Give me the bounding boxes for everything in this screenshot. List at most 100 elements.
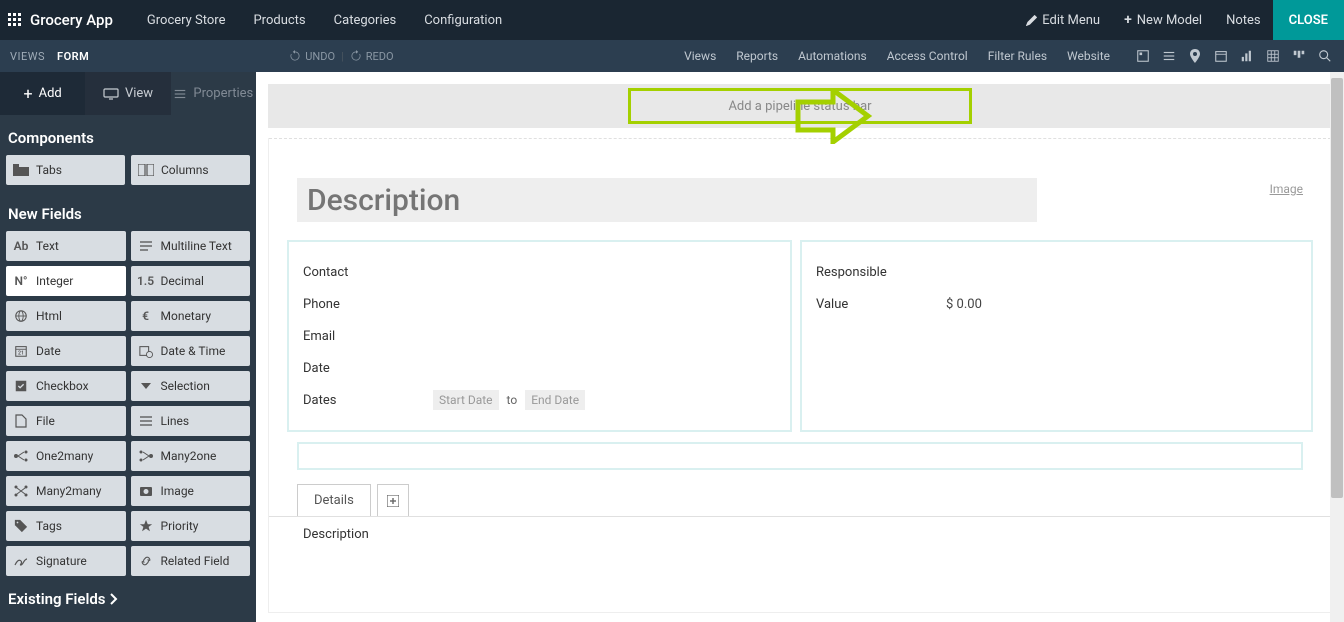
- component-tabs-label: Tabs: [36, 163, 125, 177]
- field-datetime[interactable]: Date & Time: [131, 336, 251, 366]
- component-columns-label: Columns: [161, 163, 250, 177]
- field-monetary[interactable]: €Monetary: [131, 301, 251, 331]
- tab-properties[interactable]: Properties: [171, 72, 256, 115]
- field-many2many[interactable]: Many2many: [6, 476, 126, 506]
- tab-view[interactable]: View: [85, 72, 170, 115]
- image-placeholder-link[interactable]: Image: [1270, 178, 1303, 196]
- date-label: Date: [303, 361, 433, 376]
- menu-categories[interactable]: Categories: [320, 13, 411, 28]
- components-heading: Components: [0, 115, 256, 155]
- add-tab-button[interactable]: [377, 484, 409, 516]
- multiline-icon: [131, 239, 161, 253]
- sublink-access-control[interactable]: Access Control: [877, 49, 978, 63]
- view-kanban-icon[interactable]: [1290, 47, 1308, 65]
- views-label: VIEWS: [10, 50, 57, 63]
- new-fields-heading: New Fields: [0, 191, 256, 231]
- dropzone-bar[interactable]: [297, 442, 1303, 470]
- field-priority[interactable]: Priority: [131, 511, 251, 541]
- view-map-icon[interactable]: [1186, 47, 1204, 65]
- value-label: Value: [816, 297, 946, 312]
- tab-add[interactable]: + Add: [0, 72, 85, 115]
- field-file[interactable]: File: [6, 406, 126, 436]
- start-date-input[interactable]: Start Date: [433, 390, 499, 410]
- edit-menu-label: Edit Menu: [1042, 13, 1100, 28]
- one2many-icon: [6, 450, 36, 462]
- field-related[interactable]: Related Field: [131, 546, 251, 576]
- email-label: Email: [303, 329, 433, 344]
- field-html[interactable]: Html: [6, 301, 126, 331]
- field-multiline[interactable]: Multiline Text: [131, 231, 251, 261]
- signature-icon: [6, 555, 36, 567]
- field-selection-label: Selection: [161, 379, 210, 393]
- field-date[interactable]: 21Date: [6, 336, 126, 366]
- sublink-automations[interactable]: Automations: [788, 49, 877, 63]
- field-selection[interactable]: Selection: [131, 371, 251, 401]
- undo-button[interactable]: UNDO: [289, 50, 335, 63]
- view-form-icon[interactable]: [1134, 47, 1152, 65]
- responsible-label: Responsible: [816, 265, 946, 280]
- end-date-input[interactable]: End Date: [525, 390, 585, 410]
- component-tabs[interactable]: Tabs: [6, 155, 125, 185]
- field-checkbox-label: Checkbox: [36, 379, 89, 393]
- redo-button[interactable]: REDO: [350, 50, 394, 63]
- menu-products[interactable]: Products: [239, 13, 319, 28]
- search-icon[interactable]: [1316, 47, 1334, 65]
- decimal-icon: 1.5: [131, 274, 161, 288]
- lines-icon: [131, 414, 161, 428]
- field-many2one[interactable]: Many2one: [131, 441, 251, 471]
- tab-content-description-label: Description: [269, 517, 1331, 552]
- status-bar-zone[interactable]: Add a pipeline status bar: [268, 84, 1332, 128]
- tag-icon: [6, 519, 36, 533]
- field-image-label: Image: [161, 484, 194, 498]
- euro-icon: €: [131, 309, 161, 323]
- menu-configuration[interactable]: Configuration: [410, 13, 516, 28]
- view-graph-icon[interactable]: [1238, 47, 1256, 65]
- columns-icon: [131, 164, 161, 176]
- integer-icon: N°: [6, 274, 36, 288]
- menu-grocery-store[interactable]: Grocery Store: [133, 13, 240, 28]
- field-lines[interactable]: Lines: [131, 406, 251, 436]
- field-image[interactable]: Image: [131, 476, 251, 506]
- field-integer[interactable]: N°Integer: [6, 266, 126, 296]
- apps-icon[interactable]: [0, 13, 30, 27]
- plus-box-icon: [387, 495, 399, 507]
- field-file-label: File: [36, 414, 55, 428]
- app-name[interactable]: Grocery App: [30, 11, 133, 29]
- vertical-scrollbar[interactable]: [1330, 72, 1344, 622]
- view-pivot-icon[interactable]: [1264, 47, 1282, 65]
- left-fields-panel[interactable]: Contact Phone Email Date Dates Start Dat…: [287, 240, 792, 432]
- edit-menu-button[interactable]: Edit Menu: [1014, 0, 1112, 40]
- scrollbar-thumb[interactable]: [1331, 78, 1343, 498]
- tab-view-label: View: [125, 86, 153, 101]
- field-tags-label: Tags: [36, 519, 62, 533]
- field-one2many-label: One2many: [36, 449, 93, 463]
- details-tab[interactable]: Details: [297, 484, 371, 516]
- field-text[interactable]: AbText: [6, 231, 126, 261]
- arrow-annotation: [793, 88, 873, 144]
- field-tags[interactable]: Tags: [6, 511, 126, 541]
- field-many2many-label: Many2many: [36, 484, 101, 498]
- new-model-button[interactable]: + New Model: [1112, 0, 1214, 40]
- sublink-views[interactable]: Views: [674, 49, 726, 63]
- notes-button[interactable]: Notes: [1214, 0, 1273, 40]
- description-title-input[interactable]: [297, 178, 1037, 222]
- field-decimal[interactable]: 1.5Decimal: [131, 266, 251, 296]
- sublink-filter-rules[interactable]: Filter Rules: [978, 49, 1057, 63]
- view-list-icon[interactable]: [1160, 47, 1178, 65]
- existing-fields-heading[interactable]: Existing Fields: [0, 576, 256, 622]
- form-label[interactable]: FORM: [57, 50, 89, 63]
- sublink-reports[interactable]: Reports: [726, 49, 788, 63]
- new-model-label: New Model: [1137, 13, 1202, 28]
- dates-to-label: to: [507, 393, 518, 407]
- component-columns[interactable]: Columns: [131, 155, 250, 185]
- sliders-icon: [173, 87, 187, 101]
- field-text-label: Text: [36, 239, 59, 253]
- field-signature[interactable]: Signature: [6, 546, 126, 576]
- close-button[interactable]: CLOSE: [1273, 0, 1344, 40]
- sublink-website[interactable]: Website: [1057, 49, 1120, 63]
- right-fields-panel[interactable]: Responsible Value $ 0.00: [800, 240, 1313, 432]
- field-one2many[interactable]: One2many: [6, 441, 126, 471]
- field-checkbox[interactable]: Checkbox: [6, 371, 126, 401]
- checkbox-icon: [6, 379, 36, 393]
- view-calendar-icon[interactable]: [1212, 47, 1230, 65]
